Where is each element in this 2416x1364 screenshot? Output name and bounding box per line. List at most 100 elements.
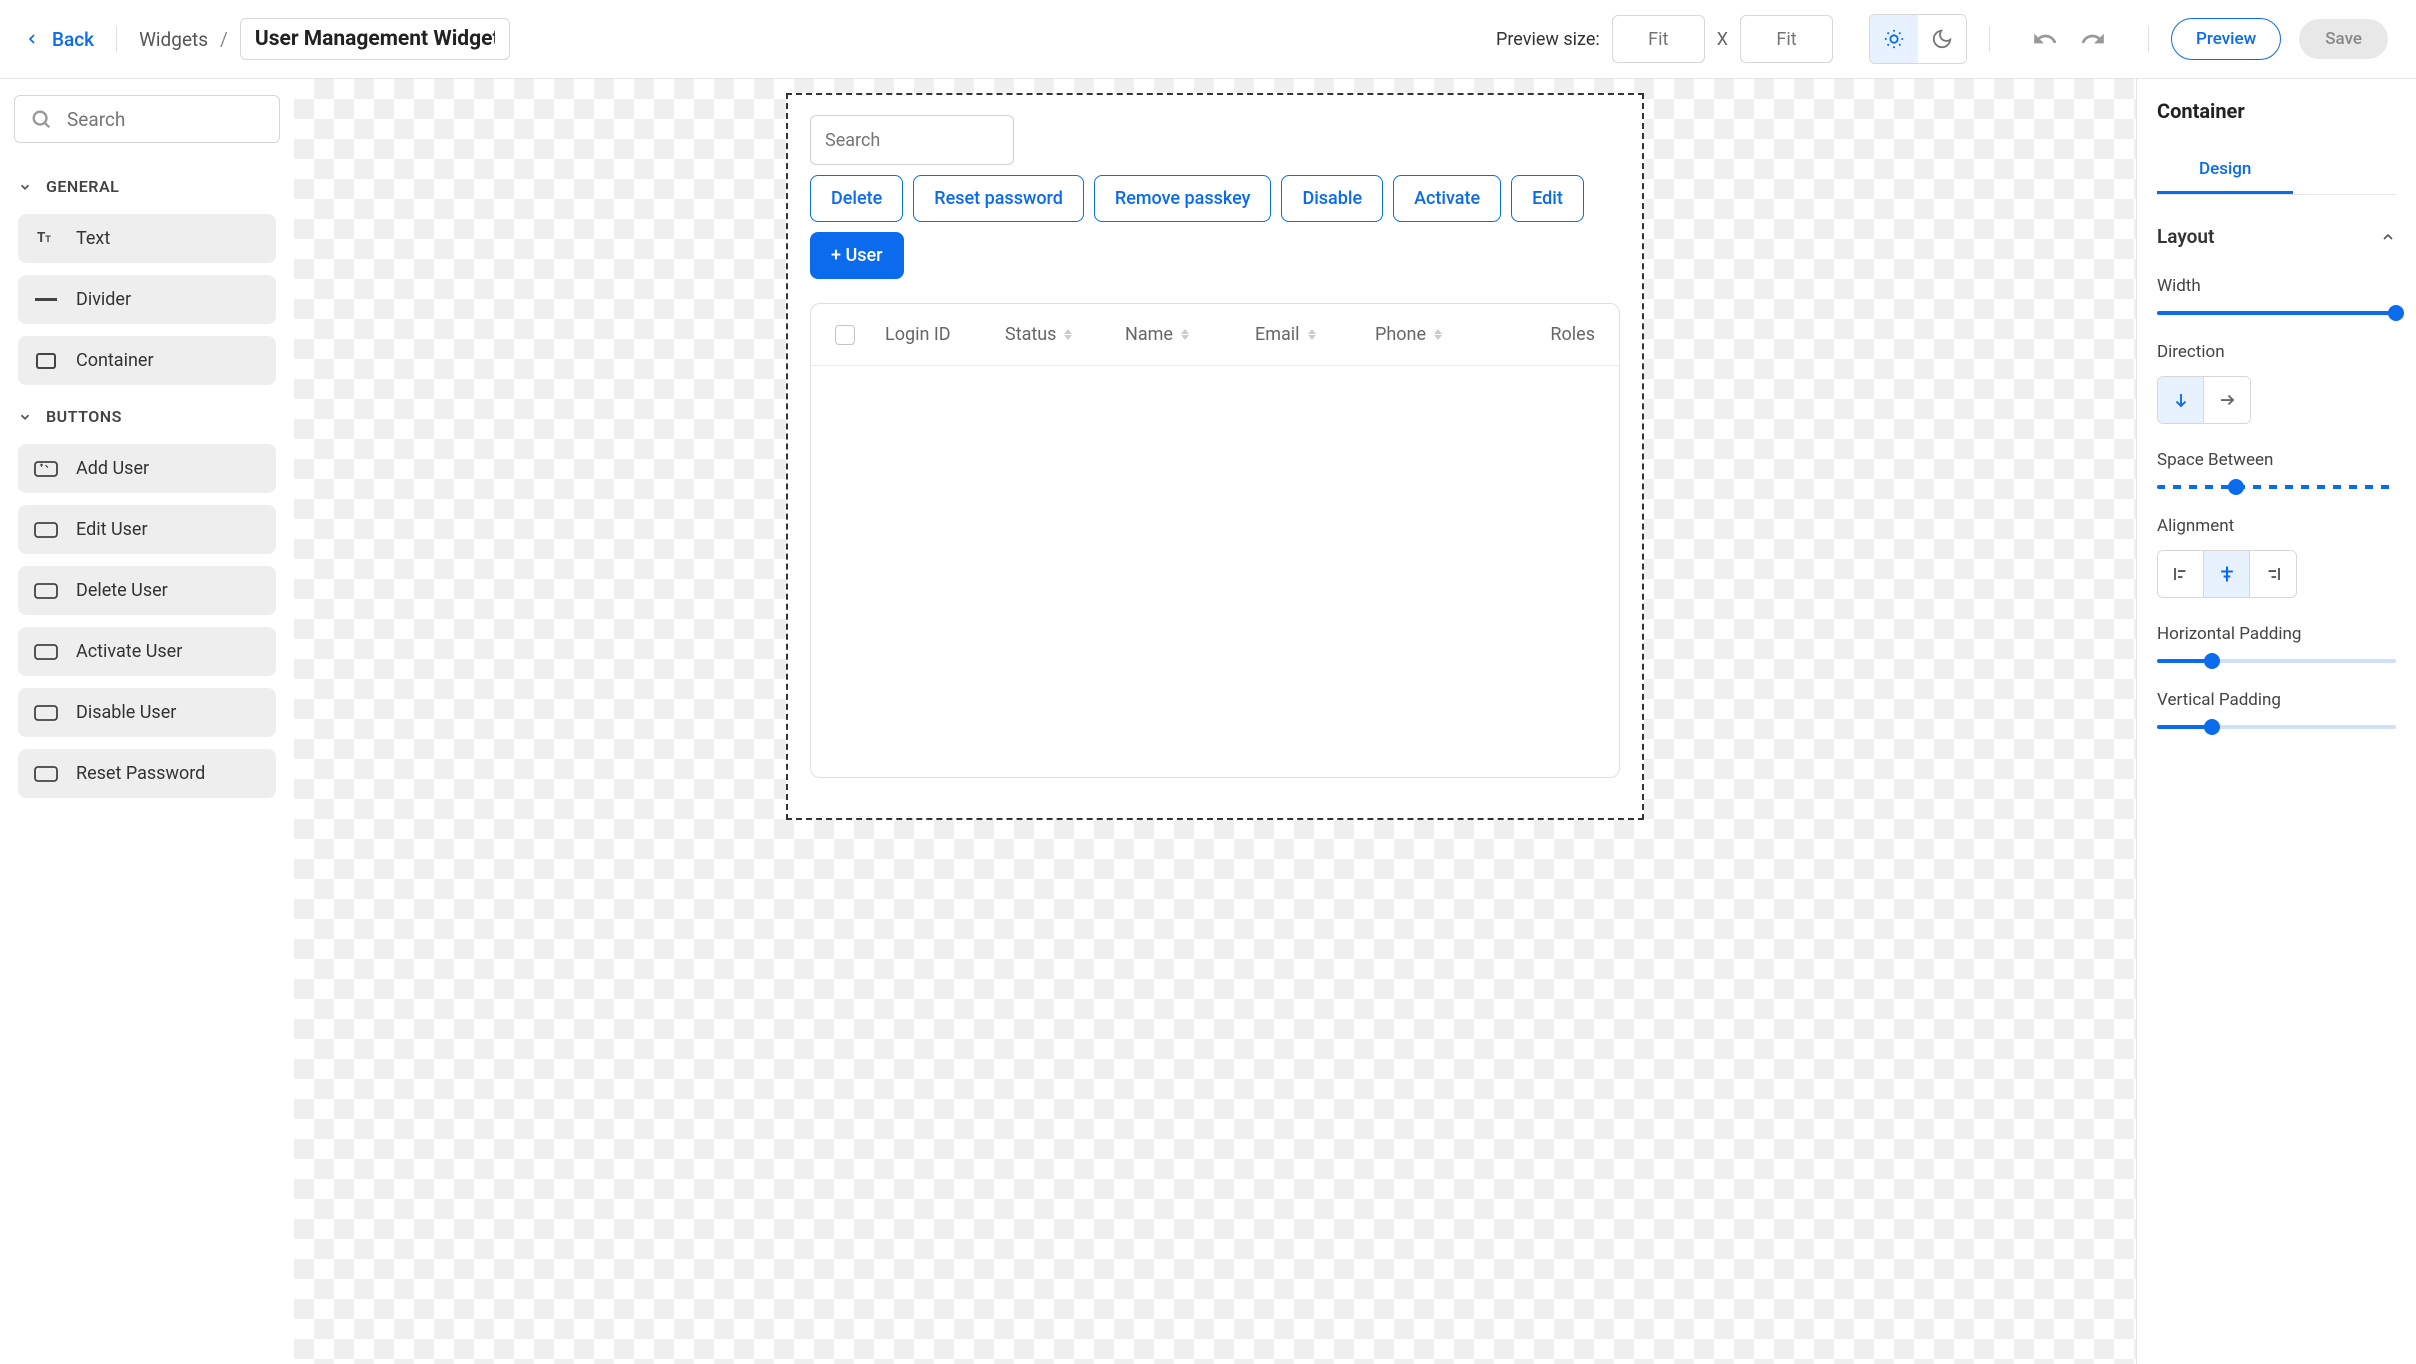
button-icon <box>34 765 58 783</box>
align-right-icon <box>2263 565 2283 583</box>
column-login-id[interactable]: Login ID <box>885 324 1005 345</box>
column-phone[interactable]: Phone <box>1375 324 1505 345</box>
align-start-button[interactable] <box>2158 551 2204 597</box>
component-label: Divider <box>76 289 131 310</box>
users-table: Login ID Status Name Email <box>810 303 1620 778</box>
component-label: Delete User <box>76 580 168 601</box>
breadcrumb-widgets[interactable]: Widgets <box>139 28 208 51</box>
preview-size-group: Preview size: X <box>1496 15 1833 63</box>
undo-redo-group <box>2032 26 2106 52</box>
column-status[interactable]: Status <box>1005 324 1125 345</box>
vertical-padding-label: Vertical Padding <box>2157 690 2396 710</box>
component-label: Activate User <box>76 641 182 662</box>
add-user-button[interactable]: + User <box>810 232 904 279</box>
arrow-down-icon <box>2172 389 2190 411</box>
topbar: Back Widgets / Preview size: X Preview S… <box>0 0 2416 79</box>
sun-icon <box>1883 28 1905 50</box>
column-label: Email <box>1255 324 1300 345</box>
component-edit-user[interactable]: Edit User <box>18 505 276 554</box>
panel-tabs: Design <box>2157 147 2396 195</box>
height-input[interactable] <box>1740 15 1833 63</box>
breadcrumb: Widgets / <box>139 18 510 60</box>
canvas[interactable]: Delete Reset password Remove passkey Dis… <box>294 79 2136 1364</box>
width-slider[interactable] <box>2157 310 2396 316</box>
divider <box>116 26 117 52</box>
tab-design[interactable]: Design <box>2157 147 2293 194</box>
layout-section-header[interactable]: Layout <box>2157 215 2396 268</box>
category-general-header[interactable]: GENERAL <box>10 167 284 206</box>
width-input[interactable] <box>1612 15 1705 63</box>
dark-theme-button[interactable] <box>1918 15 1966 63</box>
column-label: Roles <box>1550 324 1595 345</box>
component-activate-user[interactable]: Activate User <box>18 627 276 676</box>
category-buttons-header[interactable]: BUTTONS <box>10 397 284 436</box>
component-disable-user[interactable]: Disable User <box>18 688 276 737</box>
component-reset-password[interactable]: Reset Password <box>18 749 276 798</box>
horizontal-padding-slider[interactable] <box>2157 658 2396 664</box>
user-search-input[interactable] <box>810 115 1014 165</box>
direction-buttons <box>2157 376 2251 424</box>
column-roles[interactable]: Roles <box>1505 324 1595 345</box>
direction-label: Direction <box>2157 342 2396 362</box>
action-button-row: Delete Reset password Remove passkey Dis… <box>810 175 1620 279</box>
divider <box>1989 26 1990 52</box>
vertical-padding-slider[interactable] <box>2157 724 2396 730</box>
chevron-up-icon <box>2380 229 2396 245</box>
category-label: BUTTONS <box>46 407 122 426</box>
direction-horizontal-button[interactable] <box>2204 377 2250 423</box>
horizontal-padding-label: Horizontal Padding <box>2157 624 2396 644</box>
disable-button[interactable]: Disable <box>1281 175 1383 222</box>
delete-button[interactable]: Delete <box>810 175 903 222</box>
container-icon <box>34 352 58 370</box>
size-x-label: X <box>1717 29 1728 50</box>
search-icon <box>30 108 52 130</box>
chevron-down-icon <box>18 410 32 424</box>
component-search-input[interactable] <box>14 95 280 143</box>
button-icon <box>34 521 58 539</box>
activate-button[interactable]: Activate <box>1393 175 1501 222</box>
section-label: Layout <box>2157 225 2214 248</box>
component-label: Container <box>76 350 154 371</box>
button-icon <box>34 704 58 722</box>
select-all-checkbox[interactable] <box>835 325 855 345</box>
light-theme-button[interactable] <box>1870 15 1918 63</box>
edit-button[interactable]: Edit <box>1511 175 1584 222</box>
reset-password-button[interactable]: Reset password <box>913 175 1084 222</box>
button-icon <box>34 460 58 478</box>
component-divider[interactable]: Divider <box>18 275 276 324</box>
align-end-button[interactable] <box>2250 551 2296 597</box>
preview-size-label: Preview size: <box>1496 29 1600 50</box>
component-text[interactable]: TT Text <box>18 214 276 263</box>
align-center-icon <box>2217 564 2237 584</box>
text-icon: TT <box>34 230 58 248</box>
component-delete-user[interactable]: Delete User <box>18 566 276 615</box>
arrow-right-icon <box>2216 391 2238 409</box>
component-label: Add User <box>76 458 149 479</box>
properties-panel: Container Design Layout Width Direction … <box>2136 79 2416 1364</box>
sort-icon <box>1434 329 1442 340</box>
widget-title-input[interactable] <box>240 18 510 60</box>
component-add-user[interactable]: Add User <box>18 444 276 493</box>
remove-passkey-button[interactable]: Remove passkey <box>1094 175 1272 222</box>
back-label: Back <box>52 28 94 51</box>
align-center-button[interactable] <box>2204 551 2250 597</box>
preview-button[interactable]: Preview <box>2171 18 2281 60</box>
space-between-label: Space Between <box>2157 450 2396 470</box>
svg-text:T: T <box>45 235 51 245</box>
back-button[interactable]: Back <box>24 28 94 51</box>
component-label: Edit User <box>76 519 148 540</box>
column-label: Login ID <box>885 324 951 345</box>
panel-title: Container <box>2157 99 2396 123</box>
redo-icon[interactable] <box>2080 26 2106 52</box>
sort-icon <box>1064 329 1072 340</box>
component-container[interactable]: Container <box>18 336 276 385</box>
space-between-slider[interactable] <box>2157 484 2396 490</box>
component-label: Reset Password <box>76 763 205 784</box>
widget-frame[interactable]: Delete Reset password Remove passkey Dis… <box>786 93 1644 820</box>
width-label: Width <box>2157 276 2396 296</box>
column-name[interactable]: Name <box>1125 324 1255 345</box>
save-button[interactable]: Save <box>2299 19 2388 59</box>
undo-icon[interactable] <box>2032 26 2058 52</box>
direction-vertical-button[interactable] <box>2158 377 2204 423</box>
column-email[interactable]: Email <box>1255 324 1375 345</box>
